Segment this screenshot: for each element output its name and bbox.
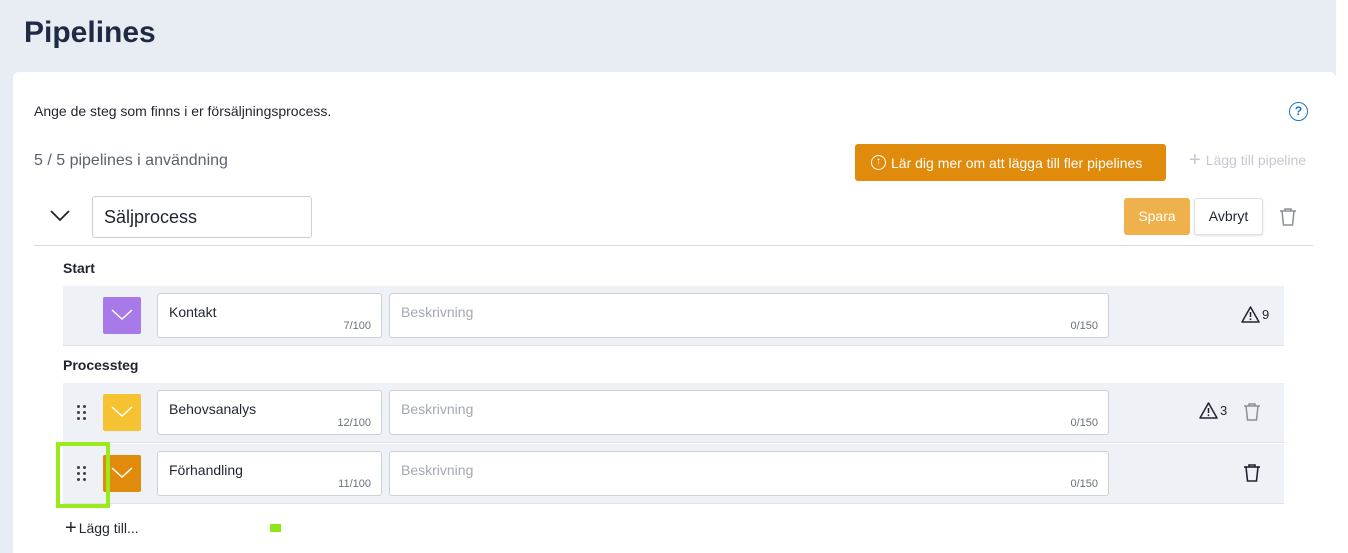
stage-description-input[interactable]: Beskrivning 0/150 (389, 451, 1109, 496)
name-char-counter: 7/100 (343, 320, 371, 332)
stage-row-behovsanalys: Behovsanalys 12/100 Beskrivning 0/150 3 (63, 383, 1284, 443)
add-pipeline-button[interactable]: + Lägg till pipeline (1189, 149, 1307, 171)
stage-name-input[interactable]: Förhandling 11/100 (157, 451, 382, 496)
focus-marker (270, 524, 281, 532)
help-icon[interactable]: ? (1289, 102, 1308, 121)
stage-row-kontakt: Kontakt 7/100 Beskrivning 0/150 9 (63, 286, 1284, 346)
warning-count: 9 (1262, 307, 1270, 322)
name-char-counter: 11/100 (338, 478, 371, 490)
add-step-label: Lägg till... (78, 520, 139, 536)
warning-count: 3 (1220, 403, 1228, 418)
description-placeholder: Beskrivning (401, 304, 474, 320)
warning-triangle-icon (1241, 306, 1260, 323)
description-placeholder: Beskrivning (401, 401, 474, 417)
add-pipeline-label: Lägg till pipeline (1205, 152, 1307, 168)
add-step-button[interactable]: + Lägg till... (65, 517, 139, 539)
section-start-label: Start (63, 260, 95, 276)
description-char-counter: 0/150 (1070, 478, 1098, 490)
stage-name-input[interactable]: Behovsanalys 12/100 (157, 390, 382, 435)
stage-name-value: Förhandling (169, 462, 243, 478)
trash-icon[interactable] (1243, 402, 1261, 422)
page-title: Pipelines (24, 16, 156, 49)
trash-icon[interactable] (1243, 463, 1261, 483)
description-char-counter: 0/150 (1070, 320, 1098, 332)
chevron-down-icon (111, 309, 133, 321)
warning-triangle-icon (1199, 402, 1218, 419)
stage-color-picker[interactable] (103, 394, 141, 431)
name-char-counter: 12/100 (337, 417, 371, 429)
stage-description-input[interactable]: Beskrivning 0/150 (389, 293, 1109, 338)
learn-more-button[interactable]: ↑ Lär dig mer om att lägga till fler pip… (855, 144, 1166, 181)
warning-badge[interactable]: 3 (1199, 402, 1227, 419)
stage-row-forhandling: Förhandling 11/100 Beskrivning 0/150 (63, 444, 1284, 504)
description-placeholder: Beskrivning (401, 462, 474, 478)
chevron-down-icon[interactable] (49, 204, 71, 226)
plus-icon: + (65, 517, 77, 539)
cancel-button[interactable]: Avbryt (1194, 198, 1263, 235)
description-char-counter: 0/150 (1070, 417, 1098, 429)
divider (34, 245, 1313, 246)
plus-icon: + (1189, 149, 1201, 171)
stage-name-value: Behovsanalys (169, 401, 257, 417)
pipeline-card: Ange de steg som finns i er försäljnings… (13, 72, 1336, 553)
chevron-down-icon (111, 467, 133, 479)
drag-handle-highlight (56, 442, 110, 508)
stage-name-input[interactable]: Kontakt 7/100 (157, 293, 382, 338)
intro-text: Ange de steg som finns i er försäljnings… (34, 103, 332, 119)
stage-color-picker[interactable] (103, 297, 141, 334)
arrow-up-circle-icon: ↑ (871, 155, 886, 170)
chevron-down-icon (111, 406, 133, 418)
save-button[interactable]: Spara (1124, 198, 1190, 235)
stage-name-value: Kontakt (169, 304, 217, 320)
warning-badge[interactable]: 9 (1241, 306, 1269, 323)
trash-icon[interactable] (1279, 207, 1297, 227)
stage-description-input[interactable]: Beskrivning 0/150 (389, 390, 1109, 435)
pipeline-name-input[interactable]: Säljprocess (92, 196, 312, 238)
scrollbar[interactable] (1336, 0, 1348, 553)
learn-more-label: Lär dig mer om att lägga till fler pipel… (891, 154, 1143, 171)
section-process-label: Processteg (63, 357, 139, 373)
drag-handle-icon[interactable] (77, 405, 87, 421)
usage-count: 5 / 5 pipelines i användning (34, 152, 228, 169)
